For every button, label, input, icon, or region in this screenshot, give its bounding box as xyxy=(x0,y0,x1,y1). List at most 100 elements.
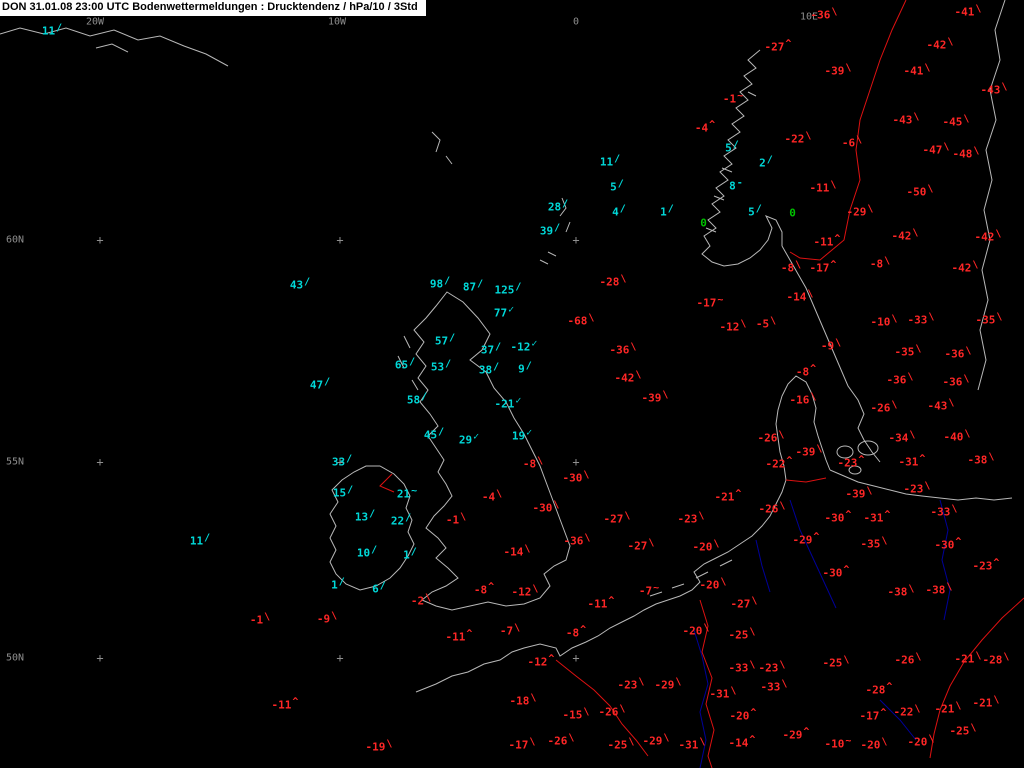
tendency-characteristic-icon: / xyxy=(405,512,412,524)
tendency-value: -25 xyxy=(607,738,628,752)
station-report: 21 ~ xyxy=(397,486,417,501)
tendency-characteristic-icon: ~ xyxy=(653,582,660,594)
tendency-value: -42 xyxy=(891,229,912,243)
tendency-characteristic-icon: \ xyxy=(891,399,898,411)
tendency-value: -5 xyxy=(755,317,770,331)
tendency-value: 13 xyxy=(354,510,369,524)
station-report: -12 ^ xyxy=(528,654,555,669)
tendency-characteristic-icon: \ xyxy=(620,273,627,285)
tendency-value: 11 xyxy=(599,155,614,169)
tendency-value: -38 xyxy=(925,583,946,597)
station-report: 37/ xyxy=(481,342,501,357)
tendency-value: -41 xyxy=(954,5,975,19)
station-report: -42 \ xyxy=(615,370,642,385)
tendency-value: -23 xyxy=(837,456,858,470)
tendency-value: -42 xyxy=(951,261,972,275)
tendency-characteristic-icon: \ xyxy=(703,622,710,634)
tendency-characteristic-icon: \ xyxy=(816,443,823,455)
tendency-value: -68 xyxy=(567,314,588,328)
tendency-value: 9 xyxy=(518,362,525,376)
tendency-value: -12 xyxy=(510,340,531,354)
tendency-value: -17 xyxy=(859,709,880,723)
station-report: -22 ^ xyxy=(766,455,793,471)
tendency-value: -18 xyxy=(509,694,530,708)
station-report: -25 \ xyxy=(729,627,756,642)
station-report: 13/ xyxy=(354,509,375,524)
tendency-value: -39 xyxy=(641,391,662,405)
station-report: -26 \ xyxy=(598,704,626,719)
tendency-value: -1 xyxy=(445,513,460,527)
tendency-characteristic-icon: \ xyxy=(831,6,838,18)
tendency-characteristic-icon: / xyxy=(755,203,762,215)
station-report: 65/ xyxy=(395,357,415,372)
tendency-value: 58 xyxy=(406,393,421,407)
tendency-value: -21 xyxy=(494,397,515,411)
station-report: -1 \ xyxy=(445,511,467,527)
tendency-characteristic-icon: ^ xyxy=(608,595,615,607)
tendency-characteristic-icon: \ xyxy=(460,511,467,523)
tendency-characteristic-icon: / xyxy=(477,278,484,290)
station-report: -30 ^ xyxy=(823,565,850,580)
station-report: -33 \ xyxy=(761,679,788,694)
station-report: -25 \ xyxy=(607,737,635,752)
station-report: -23 \ xyxy=(618,677,645,692)
station-report: -23 ^ xyxy=(973,557,1000,573)
tendency-value: -8 xyxy=(869,257,884,271)
tendency-value: -26 xyxy=(598,705,619,719)
grid-cross: + xyxy=(96,233,104,247)
station-report: 57/ xyxy=(435,333,455,348)
tendency-characteristic-icon: \ xyxy=(496,488,503,500)
station-report: 125/ xyxy=(495,282,522,297)
station-report: -17 ^ xyxy=(810,260,837,275)
tendency-value: 19 xyxy=(511,429,526,443)
coastline-ireland xyxy=(329,465,415,591)
tendency-characteristic-icon: \ xyxy=(807,288,814,300)
station-report: 87/ xyxy=(463,278,484,294)
grid-label: 50N xyxy=(6,652,25,664)
station-report: -47 \ xyxy=(923,142,950,157)
tendency-value: -42 xyxy=(974,230,995,244)
tendency-value: -27 xyxy=(764,40,785,54)
tendency-value: -11 xyxy=(809,181,830,195)
station-report: -23 ^ xyxy=(837,455,865,470)
tendency-characteristic-icon: / xyxy=(614,153,621,165)
station-report: -12 \ xyxy=(512,584,539,599)
tendency-value: 45 xyxy=(423,428,438,442)
tendency-characteristic-icon: \ xyxy=(909,429,916,441)
tendency-value: 0 xyxy=(789,206,796,220)
station-report: -8 \ xyxy=(781,260,801,275)
station-report: -42 \ xyxy=(891,228,919,243)
tendency-characteristic-icon: \ xyxy=(914,703,921,715)
tendency-value: -38 xyxy=(887,585,908,599)
tendency-value: 33 xyxy=(331,455,346,469)
tendency-characteristic-icon: ^ xyxy=(993,557,1000,569)
tendency-value: 53 xyxy=(430,360,445,374)
tendency-value: -22 xyxy=(893,705,914,719)
tendency-value: 8 xyxy=(729,179,736,193)
tendency-value: -11 xyxy=(271,698,292,712)
station-report: -30 ^ xyxy=(935,537,962,552)
tendency-value: -19 xyxy=(365,740,386,754)
tendency-characteristic-icon: \ xyxy=(891,313,898,325)
station-report: -28 \ xyxy=(983,652,1010,667)
tendency-value: -27 xyxy=(603,512,624,526)
station-report: -9 \ xyxy=(317,611,337,626)
tendency-characteristic-icon: ^ xyxy=(786,455,793,467)
tendency-value: -21 xyxy=(714,490,735,504)
tendency-characteristic-icon: \ xyxy=(928,311,935,323)
tendency-characteristic-icon: / xyxy=(619,203,626,215)
tendency-value: 10 xyxy=(356,546,371,560)
tendency-value: -43 xyxy=(927,399,948,413)
tendency-characteristic-icon: ^ xyxy=(785,38,792,50)
station-report: -20 \ xyxy=(861,736,888,752)
tendency-characteristic-icon: / xyxy=(667,203,674,215)
tendency-characteristic-icon: \ xyxy=(881,736,888,748)
tendency-characteristic-icon: \ xyxy=(915,651,922,663)
station-report: -39 \ xyxy=(796,443,823,459)
tendency-value: -11 xyxy=(445,630,466,644)
tendency-characteristic-icon: / xyxy=(732,139,739,151)
tendency-characteristic-icon: \ xyxy=(913,111,920,123)
station-report: -50 \ xyxy=(907,184,934,199)
station-report: 5/ xyxy=(610,179,624,194)
station-report: -2 \ xyxy=(411,593,431,608)
